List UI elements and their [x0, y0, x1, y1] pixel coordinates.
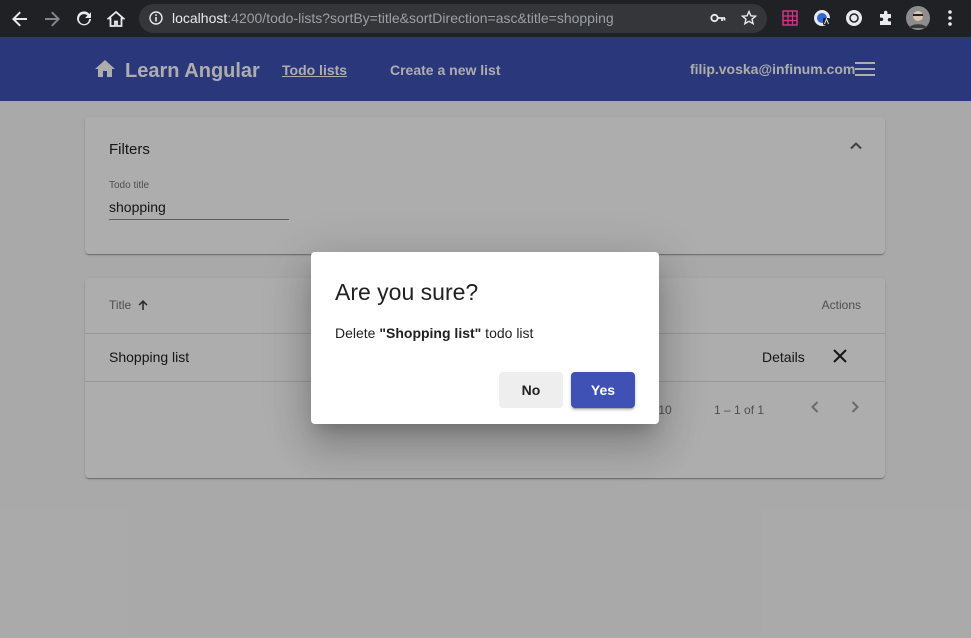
- info-icon[interactable]: [149, 11, 163, 30]
- confirm-dialog: Are you sure? Delete "Shopping list" tod…: [311, 252, 659, 424]
- yes-button[interactable]: Yes: [571, 372, 635, 408]
- no-button[interactable]: No: [499, 372, 563, 408]
- dialog-message-suffix: todo list: [481, 325, 534, 341]
- dialog-message-prefix: Delete: [335, 325, 380, 341]
- extension-grid-icon[interactable]: [780, 8, 800, 28]
- profile-avatar[interactable]: [906, 6, 930, 30]
- star-icon[interactable]: [740, 9, 758, 31]
- reload-icon[interactable]: [73, 8, 95, 30]
- dialog-title: Are you sure?: [335, 279, 479, 305]
- dialog-message-list-name: "Shopping list": [379, 325, 482, 341]
- key-icon[interactable]: [710, 11, 726, 30]
- browser-toolbar: localhost:4200/todo-lists?sortBy=title&s…: [0, 0, 971, 37]
- home-icon[interactable]: [105, 8, 127, 30]
- extension-circle-icon[interactable]: [844, 8, 864, 28]
- extension-translate-icon[interactable]: [812, 8, 832, 28]
- puzzle-icon[interactable]: [876, 8, 896, 28]
- back-icon[interactable]: [9, 8, 31, 30]
- url-text[interactable]: localhost:4200/todo-lists?sortBy=title&s…: [172, 10, 614, 26]
- address-bar[interactable]: localhost:4200/todo-lists?sortBy=title&s…: [139, 4, 767, 33]
- forward-icon[interactable]: [41, 8, 63, 30]
- dialog-message: Delete "Shopping list" todo list: [335, 325, 533, 341]
- kebab-menu-icon[interactable]: [940, 8, 960, 28]
